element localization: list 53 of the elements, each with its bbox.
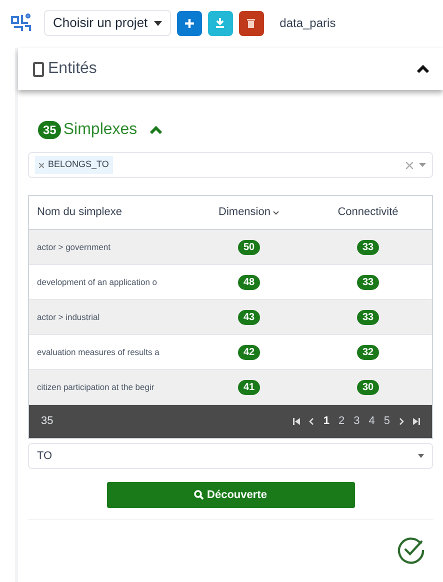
add-button[interactable]	[176, 10, 202, 36]
table-cell-text: actor > government	[36, 240, 112, 254]
value-badge: 33	[357, 310, 379, 324]
caret-icon[interactable]	[419, 163, 426, 167]
check-circle-icon[interactable]	[397, 536, 425, 564]
search-icon	[194, 490, 204, 500]
value-badge: 30	[357, 380, 379, 394]
logo-icon	[10, 13, 32, 33]
filter-tag[interactable]: BELONGS_TO	[35, 156, 113, 174]
remove-icon[interactable]	[39, 162, 44, 168]
count-badge: 35	[38, 121, 62, 139]
value-badge: 33	[357, 240, 379, 254]
next-page-icon[interactable]	[399, 418, 404, 425]
total-count: 35	[41, 414, 54, 430]
page-link[interactable]: 5	[384, 413, 390, 430]
value-badge: 33	[357, 274, 379, 290]
trash-icon	[247, 18, 256, 28]
column-header[interactable]: Dimension	[194, 204, 304, 221]
column-header: Nom du simplexe	[36, 205, 123, 220]
chevron-up-icon[interactable]	[416, 64, 430, 74]
caret-icon	[154, 20, 162, 26]
table-cell-text: citizen participation at the begir	[36, 380, 156, 394]
page-link[interactable]: 1	[323, 413, 330, 430]
panel-icon	[33, 62, 44, 76]
page-link[interactable]: 3	[354, 413, 360, 430]
column-header: Connectivité	[336, 205, 400, 220]
plus-icon	[184, 18, 194, 28]
value-badge: 42	[238, 344, 260, 360]
entities-header[interactable]: Entités	[18, 48, 443, 90]
table-cell-text: actor > industrial	[36, 310, 101, 324]
previous-page-icon[interactable]	[309, 418, 314, 425]
simplexes-title: Simplexes	[63, 120, 138, 140]
relation-filter[interactable]: BELONGS_TO	[28, 152, 433, 178]
page-link[interactable]: 4	[368, 413, 375, 430]
discover-button[interactable]: Découverte	[106, 482, 354, 508]
value-badge: 43	[238, 310, 260, 324]
delete-button[interactable]	[238, 10, 264, 36]
value-badge: 48	[238, 274, 260, 290]
value-badge: 32	[357, 344, 379, 360]
project-dropdown[interactable]: Choisir un projet	[44, 10, 171, 36]
sort-icon	[273, 210, 280, 214]
first-page-icon[interactable]	[293, 418, 300, 425]
value-badge: 41	[238, 380, 260, 394]
entities-title: Entités	[48, 59, 97, 79]
table-cell-text: development of an application o	[36, 276, 158, 288]
last-page-icon[interactable]	[413, 418, 420, 425]
relation-dropdown[interactable]: TO	[28, 443, 433, 469]
project-name: data_paris	[280, 15, 336, 32]
value-badge: 50	[238, 240, 260, 254]
download-icon	[215, 18, 226, 28]
table-cell-text: evaluation measures of results a	[36, 346, 160, 358]
caret-icon	[418, 454, 424, 458]
page-link[interactable]: 2	[338, 413, 345, 430]
